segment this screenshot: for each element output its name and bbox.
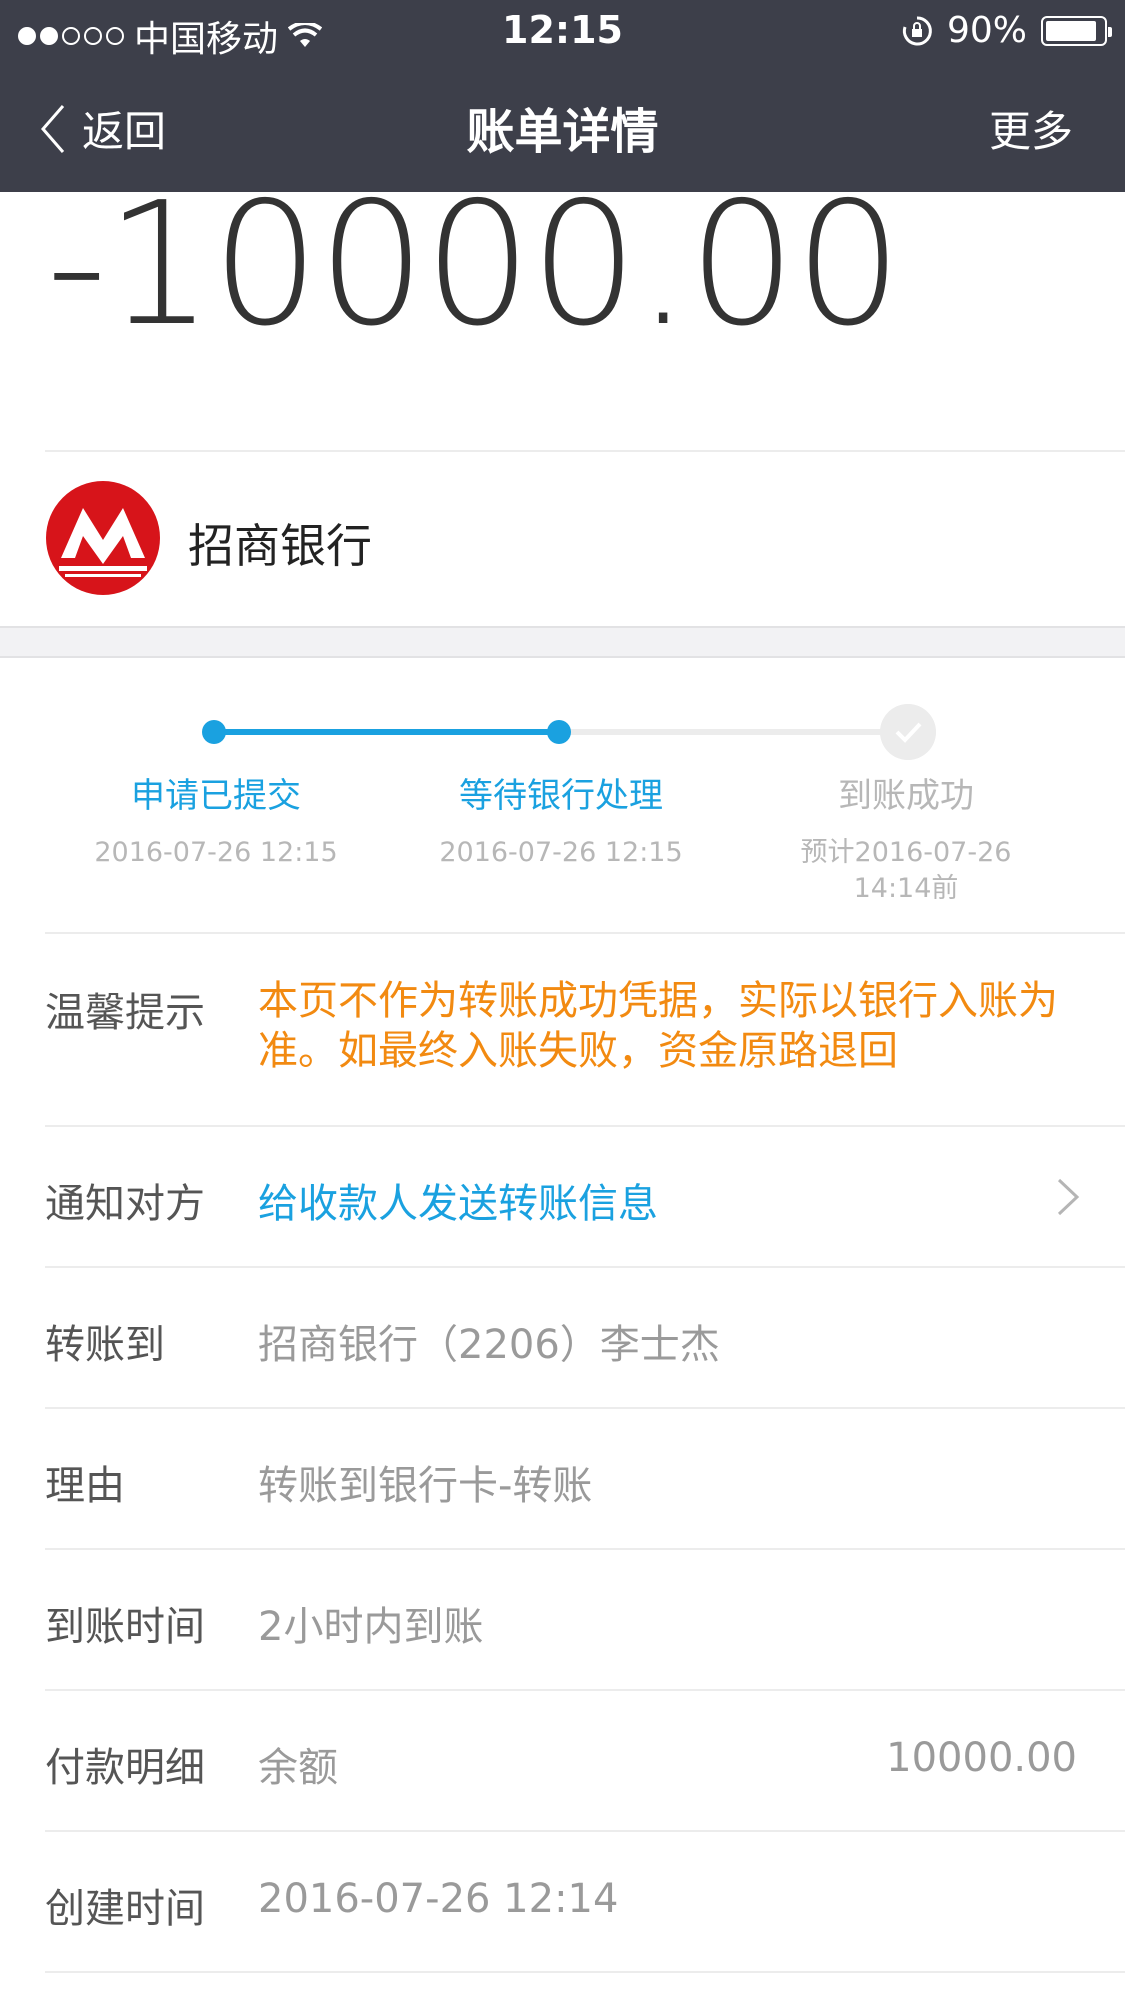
bank-name: 招商银行 (188, 519, 372, 573)
amount-value: -10000.00 (46, 166, 902, 364)
row-key: 转账到 (45, 1322, 165, 1368)
page-title: 账单详情 (466, 104, 659, 160)
battery-icon (1041, 15, 1112, 46)
divider (45, 932, 1125, 934)
notify-link[interactable]: 给收款人发送转账信息 (258, 1171, 658, 1229)
divider (45, 1971, 1125, 1973)
row-value: 2小时内到账 (258, 1604, 484, 1650)
more-button[interactable]: 更多 (989, 98, 1073, 159)
transfer-progress: 申请已提交 2016-07-26 12:15 等待银行处理 2016-07-26… (0, 658, 1125, 933)
section-gap (0, 626, 1125, 658)
step-time: 2016-07-26 12:15 (439, 837, 683, 868)
step-label: 到账成功 (838, 776, 974, 816)
step-label: 申请已提交 (131, 776, 301, 816)
status-bar: 中国移动 12:15 90% (0, 0, 1125, 62)
payment-amount: 10000.00 (886, 1735, 1077, 1781)
row-key: 理由 (45, 1463, 125, 1509)
row-key: 通知对方 (45, 1181, 205, 1227)
chevron-right-icon (1057, 1178, 1080, 1216)
row-key: 付款明细 (45, 1745, 205, 1791)
step-time: 2016-07-26 12:15 (94, 837, 338, 868)
row-key: 温馨提示 (45, 990, 205, 1036)
divider (45, 1830, 1125, 1832)
step-label: 等待银行处理 (459, 776, 663, 816)
row-value: 2016-07-26 12:14 (258, 1876, 619, 1922)
step-time: 预计2016-07-26 14:14前 (800, 837, 1012, 904)
bank-info: 招商银行 (0, 452, 1125, 626)
orientation-lock-icon (902, 15, 932, 45)
divider (45, 1407, 1125, 1409)
bank-logo-icon (46, 481, 160, 595)
row-key: 创建时间 (45, 1886, 205, 1932)
check-icon (880, 704, 936, 760)
divider (45, 1266, 1125, 1268)
row-notify[interactable]: 通知对方 给收款人发送转账信息 (0, 1127, 1125, 1266)
progress-step-arrived: 到账成功 预计2016-07-26 14:14前 (756, 768, 1056, 907)
row-value: 招商银行（2206）李士杰 (258, 1322, 720, 1368)
progress-step-submitted: 申请已提交 2016-07-26 12:15 (66, 768, 366, 871)
progress-line-complete (214, 729, 560, 735)
row-value: 转账到银行卡-转账 (258, 1463, 593, 1509)
top-bar: 中国移动 12:15 90% 返回 账单详情 更多 (0, 0, 1125, 192)
progress-dot-2 (547, 720, 571, 744)
row-key: 到账时间 (45, 1604, 205, 1650)
status-right: 90% (901, 10, 1112, 51)
row-value: 余额 (258, 1745, 338, 1791)
divider (45, 1689, 1125, 1691)
battery-percent: 90% (946, 10, 1027, 51)
progress-dot-1 (202, 720, 226, 744)
progress-step-processing: 等待银行处理 2016-07-26 12:15 (411, 768, 711, 871)
tip-text: 本页不作为转账成功凭据，实际以银行入账为准。如最终入账失败，资金原路退回 (258, 978, 1058, 1074)
progress-line-pending (560, 729, 906, 735)
divider (45, 1548, 1125, 1550)
